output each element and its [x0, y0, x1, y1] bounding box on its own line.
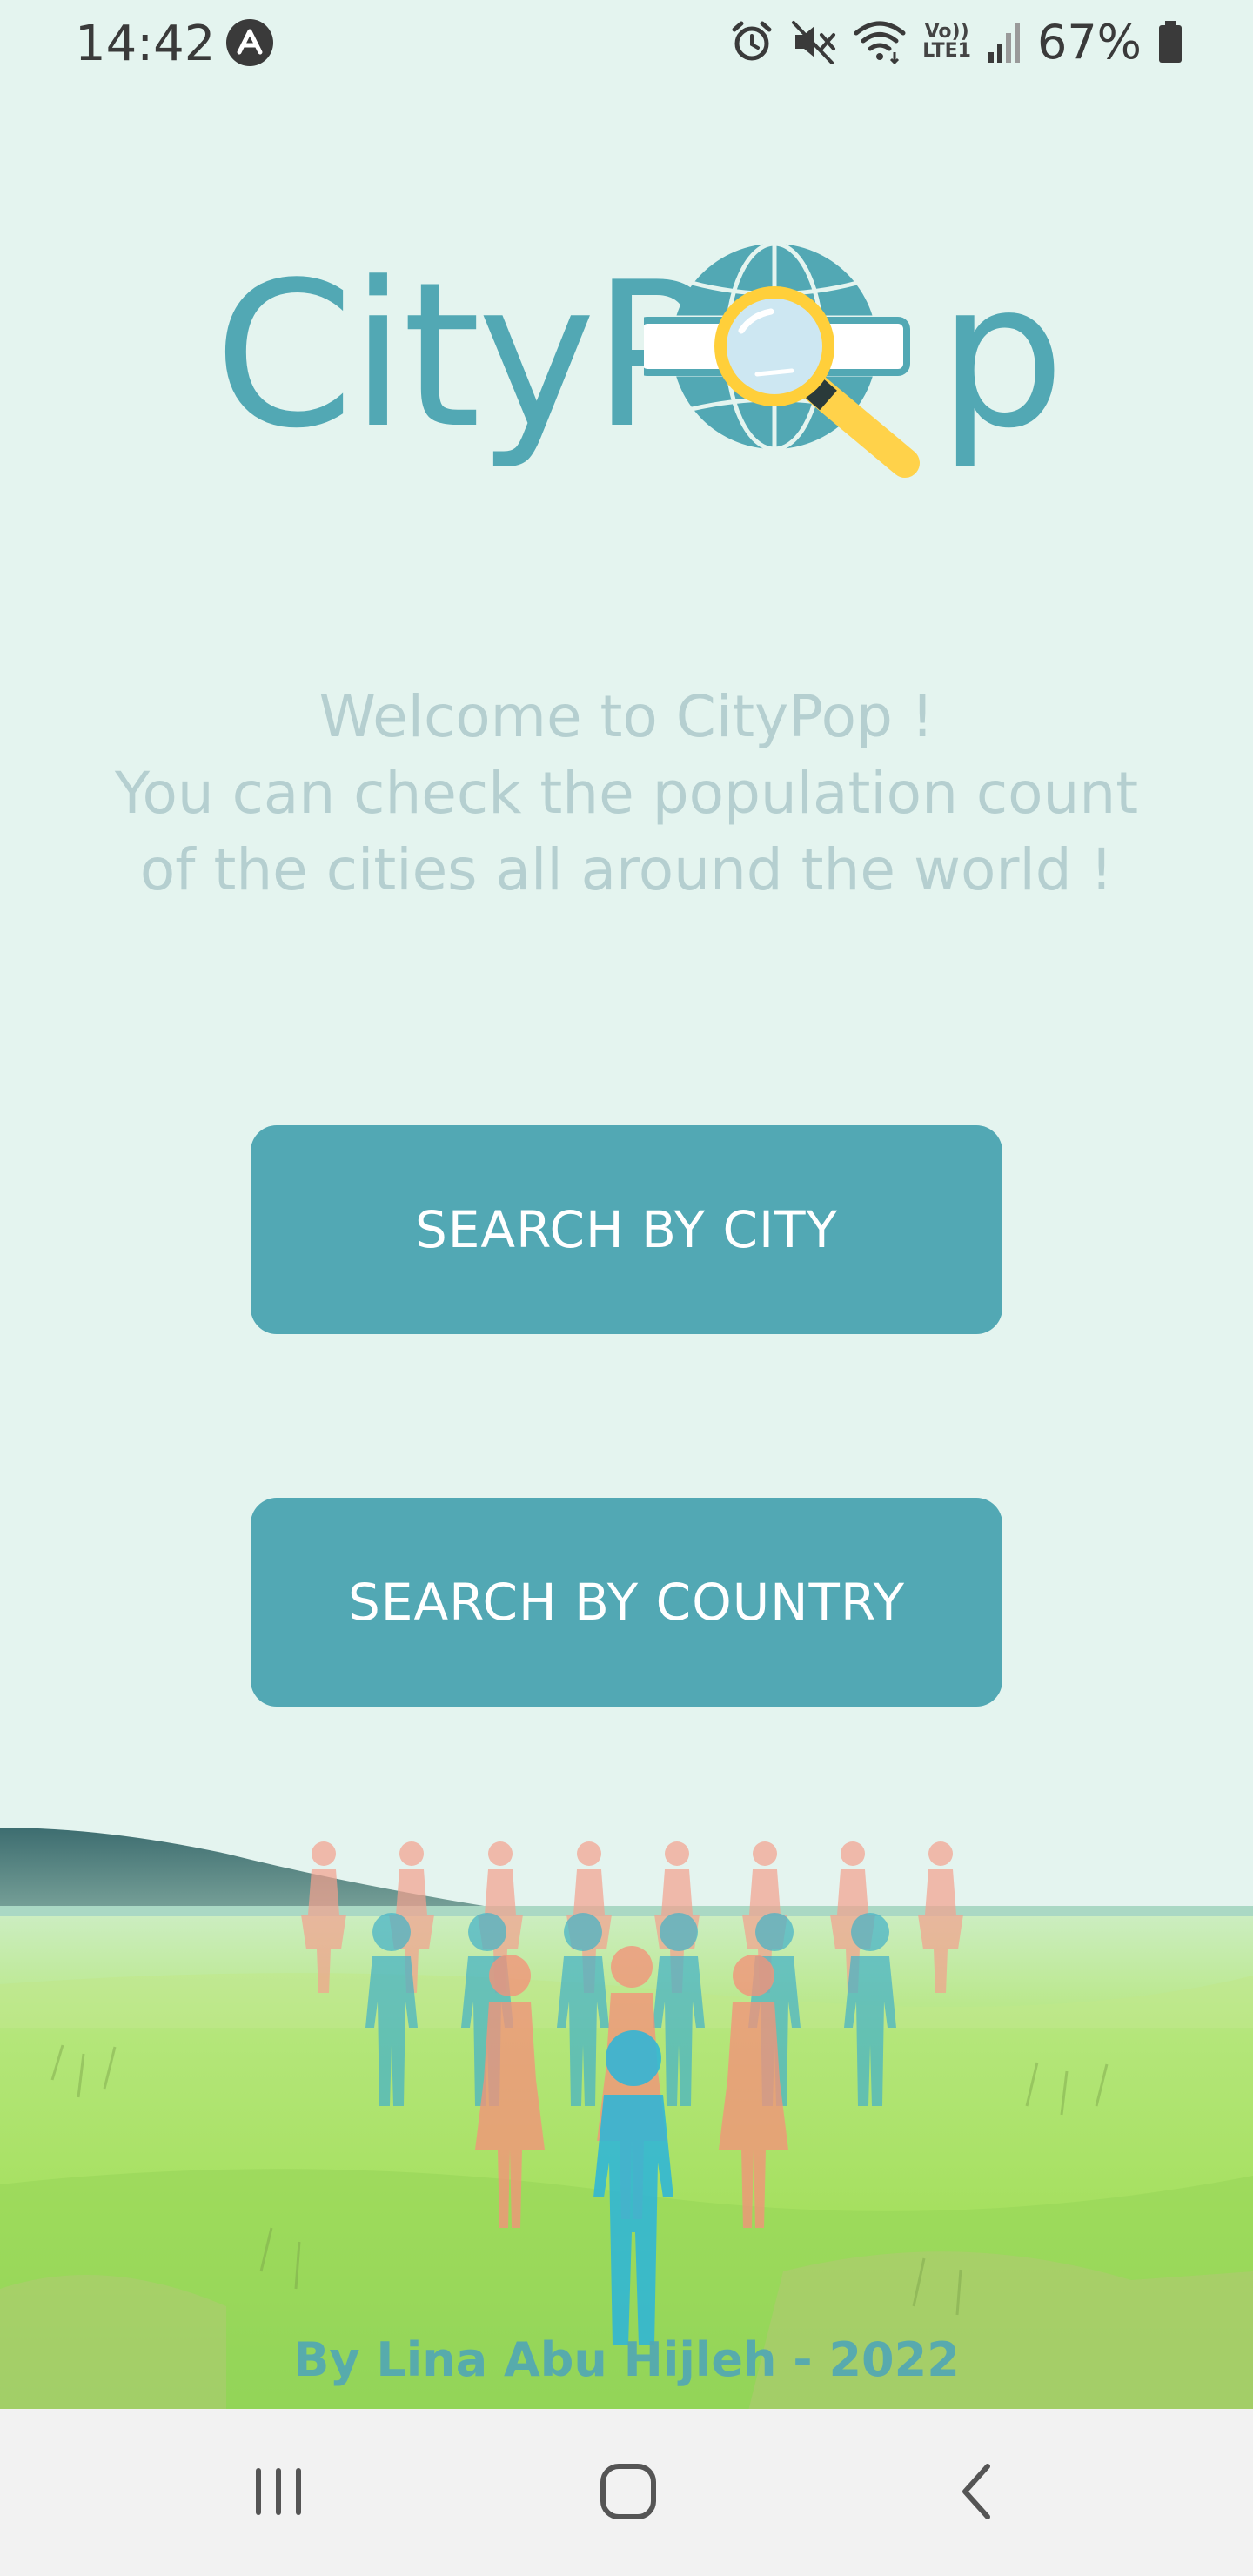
welcome-line-3: of the cities all around the world ! — [139, 836, 1114, 903]
signal-icon — [988, 23, 1020, 63]
welcome-line-2: You can check the population count — [114, 760, 1139, 827]
logo-text-p: p — [938, 240, 1065, 473]
mute-icon — [792, 21, 836, 64]
welcome-line-1: Welcome to CityPop ! — [318, 683, 935, 750]
recent-apps-button[interactable] — [226, 2444, 331, 2539]
recent-apps-icon — [256, 2468, 301, 2515]
welcome-message: Welcome to CityPop ! You can check the p… — [70, 679, 1183, 909]
status-time: 14:42 — [75, 16, 216, 72]
search-by-city-button[interactable]: SEARCH BY CITY — [251, 1125, 1002, 1334]
back-icon — [962, 2464, 990, 2519]
status-bar: 14:42 Vo)) LTE1 67% — [0, 0, 1253, 87]
app-logo: CityP p — [209, 226, 1065, 487]
logo-text-city: CityP — [214, 240, 713, 473]
search-by-country-button[interactable]: SEARCH BY COUNTRY — [251, 1498, 1002, 1707]
status-icons: Vo)) LTE1 67% — [729, 14, 1183, 70]
home-button[interactable] — [576, 2444, 680, 2539]
volte-icon: Vo)) LTE1 — [922, 21, 971, 62]
battery-percent: 67% — [1036, 14, 1142, 70]
back-button[interactable] — [926, 2444, 1030, 2539]
system-nav-bar — [0, 2409, 1253, 2576]
app-notification-icon — [226, 19, 273, 66]
author-credit: By Lina Abu Hijleh - 2022 — [293, 2332, 960, 2387]
battery-icon — [1159, 21, 1182, 63]
wifi-icon — [854, 21, 906, 64]
alarm-icon — [732, 21, 772, 61]
population-field-illustration — [0, 1819, 1253, 2411]
globe-magnifier-icon — [644, 241, 920, 478]
home-icon — [600, 2464, 656, 2519]
